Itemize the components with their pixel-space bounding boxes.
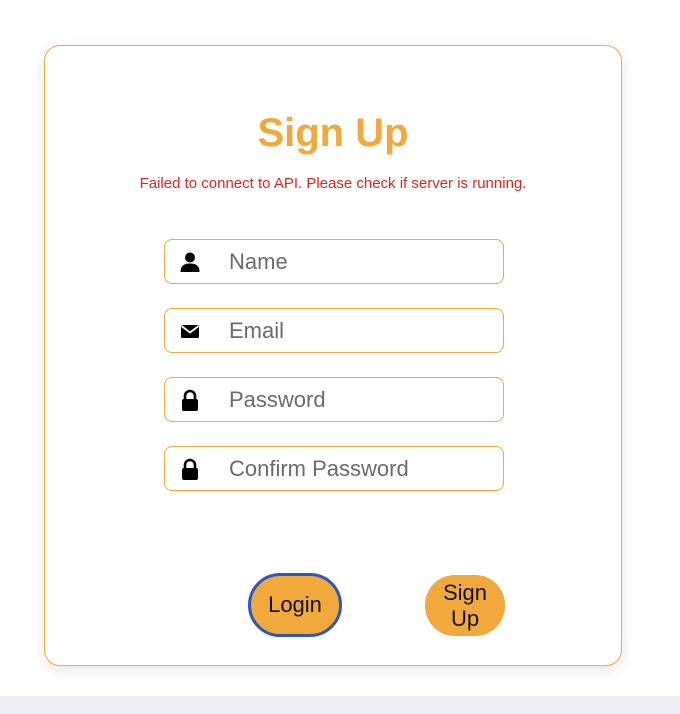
user-icon — [179, 251, 201, 273]
name-input[interactable] — [229, 240, 489, 283]
email-input[interactable] — [229, 309, 489, 352]
page-title: Sign Up — [257, 111, 409, 155]
name-field[interactable] — [164, 239, 504, 284]
signup-button[interactable]: Sign Up — [425, 575, 505, 636]
password-field[interactable] — [164, 377, 504, 422]
page-bottom-band — [0, 696, 680, 714]
envelope-icon — [179, 320, 201, 342]
email-field[interactable] — [164, 308, 504, 353]
confirm-password-field[interactable] — [164, 446, 504, 491]
lock-icon — [179, 389, 201, 411]
error-message: Failed to connect to API. Please check i… — [139, 175, 527, 192]
login-button[interactable]: Login — [248, 573, 342, 637]
confirm-password-input[interactable] — [229, 447, 489, 490]
signup-card: Sign Up Failed to connect to API. Please… — [44, 45, 622, 666]
password-input[interactable] — [229, 378, 489, 421]
lock-icon — [179, 458, 201, 480]
